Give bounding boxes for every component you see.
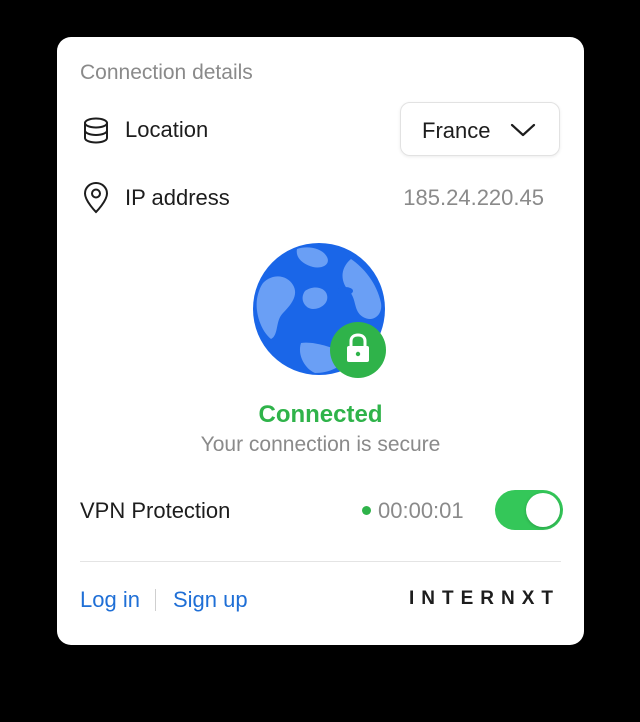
vpn-protection-label: VPN Protection bbox=[80, 498, 231, 523]
connection-status-subtitle: Your connection is secure bbox=[200, 433, 441, 456]
footer-separator bbox=[155, 589, 156, 611]
chevron-down-icon bbox=[509, 120, 537, 140]
vpn-protection-toggle[interactable] bbox=[495, 490, 563, 530]
ip-address-label: IP address bbox=[125, 185, 230, 210]
toggle-knob bbox=[526, 493, 560, 527]
login-link[interactable]: Log in bbox=[80, 587, 140, 613]
divider bbox=[80, 561, 561, 562]
active-status-dot bbox=[362, 506, 371, 515]
country-select[interactable]: France bbox=[400, 102, 560, 156]
location-label: Location bbox=[125, 117, 209, 142]
connection-status: Connected bbox=[258, 401, 383, 428]
section-title: Connection details bbox=[80, 61, 253, 84]
ip-address-value: 185.24.220.45 bbox=[403, 185, 544, 210]
brand-logo: INTERNXT bbox=[409, 588, 560, 609]
connection-timer: 00:00:01 bbox=[378, 498, 464, 523]
country-select-value: France bbox=[422, 118, 491, 143]
signup-link[interactable]: Sign up bbox=[173, 587, 248, 613]
database-icon bbox=[81, 116, 111, 146]
map-pin-icon bbox=[81, 181, 111, 214]
connection-card: Connection details Location France IP ad… bbox=[57, 37, 584, 645]
globe-icon bbox=[253, 243, 386, 378]
globe-status-graphic bbox=[253, 243, 389, 379]
